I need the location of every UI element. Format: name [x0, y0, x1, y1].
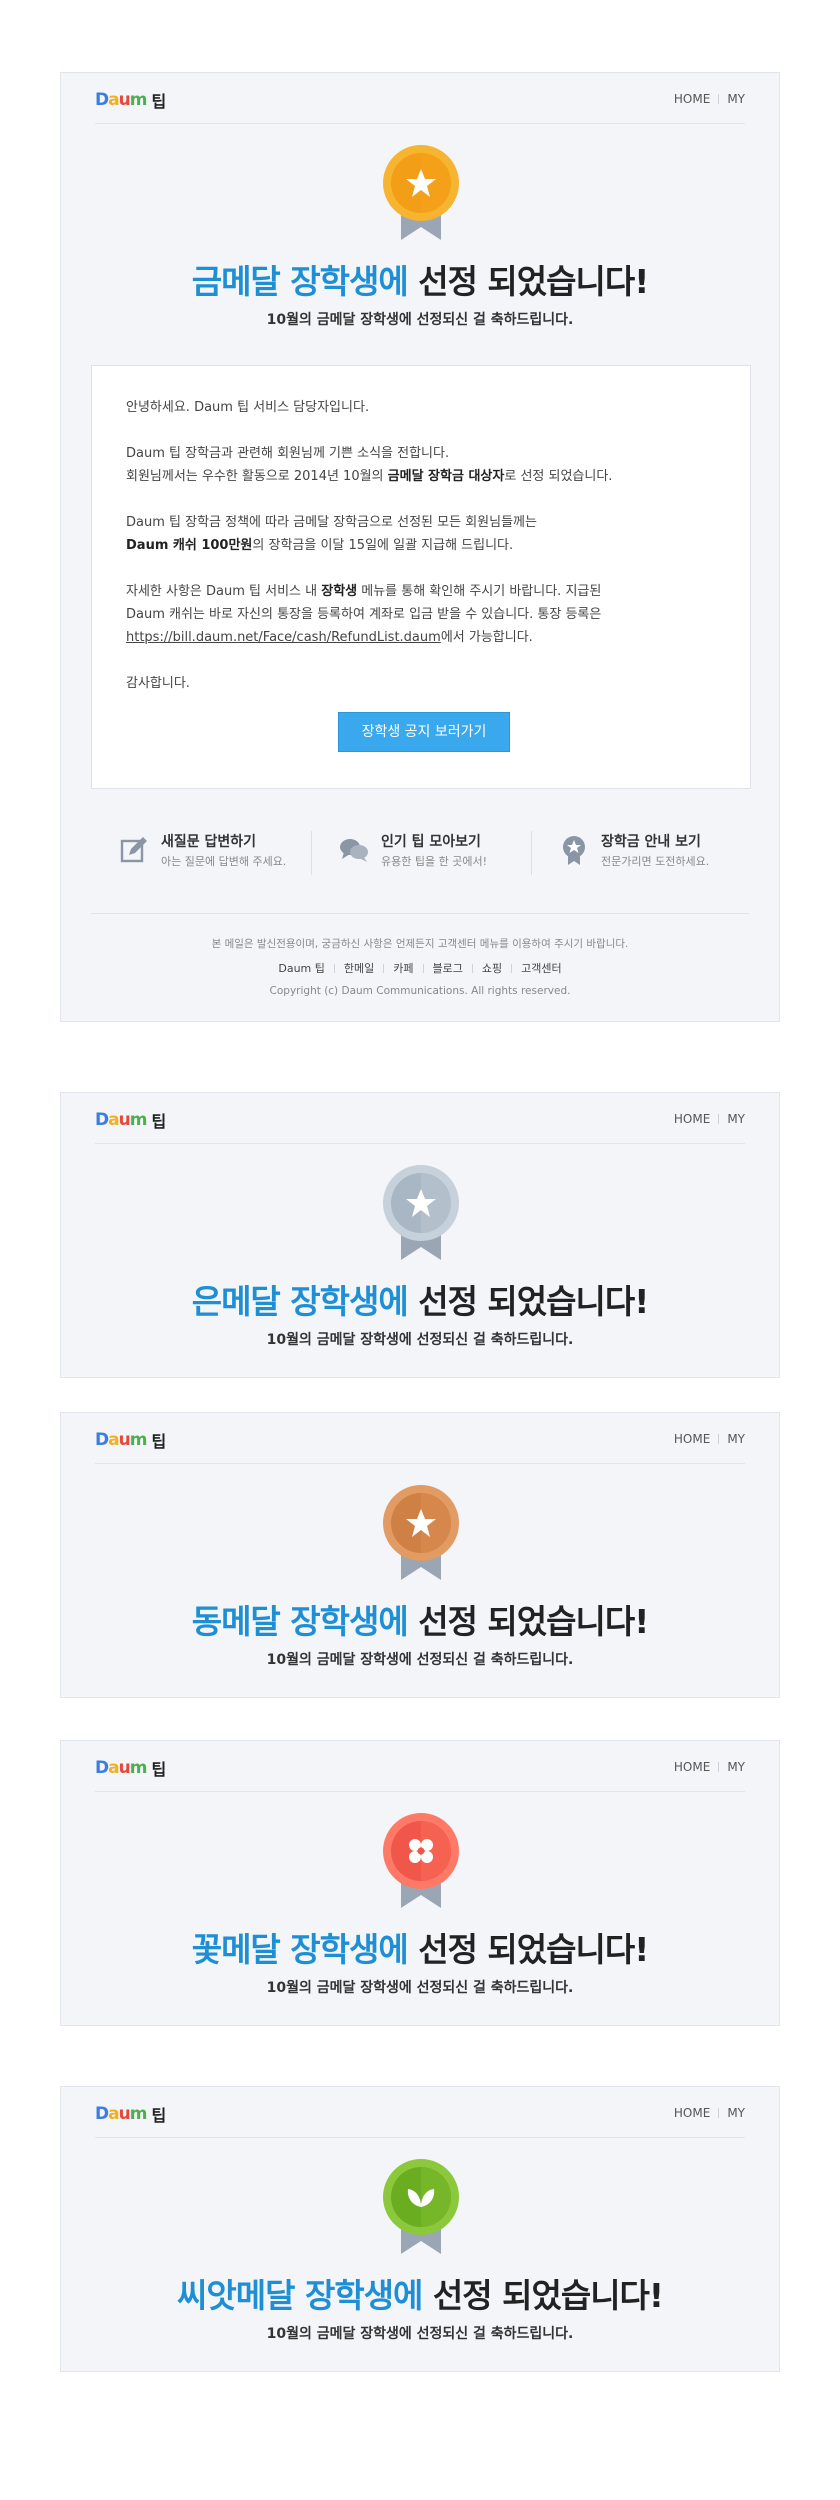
gold-medal-icon [383, 145, 459, 240]
footer-link-hanmail[interactable]: 한메일 [344, 960, 374, 976]
flower-medal-icon [383, 1813, 459, 1908]
daum-tip-logo[interactable]: Daum 팁 [95, 2103, 166, 2125]
daum-logo-icon: Daum [95, 1430, 147, 1450]
medal-highlight: 금메달 장학생에 [191, 262, 409, 301]
medal-icon [563, 836, 585, 865]
daum-logo-icon: Daum [95, 90, 147, 110]
daum-logo-icon: Daum [95, 2104, 147, 2124]
subtitle: 10월의 금메달 장학생에 선정되신 걸 축하드립니다. [266, 2326, 574, 2342]
daum-tip-logo[interactable]: Daum 팁 [95, 1757, 166, 1779]
top-nav: HOME MY [674, 1432, 745, 1446]
message-line: https://bill.daum.net/Face/cash/RefundLi… [126, 630, 533, 645]
footer-link-tip[interactable]: Daum 팁 [278, 960, 325, 976]
subtitle: 10월의 금메달 장학생에 선정되신 걸 축하드립니다. [266, 1980, 574, 1996]
email-card-gold: Daum 팁 HOME MY 금메달 장학생에 선정 되었습니다! 10월의 금… [60, 72, 780, 1022]
subtitle: 10월의 금메달 장학생에 선정되신 걸 축하드립니다. [266, 1332, 574, 1348]
nav-home-link[interactable]: HOME [674, 1760, 710, 1774]
nav-my-link[interactable]: MY [727, 1112, 745, 1126]
page-title: 금메달 장학생에 선정 되었습니다! [61, 255, 779, 303]
footer-link-shopping[interactable]: 쇼핑 [482, 960, 502, 976]
email-card-silver: Daum 팁 HOME MY 은메달 장학생에 선정 되었습니다! 10월의 금… [60, 1092, 780, 1378]
greeting-text: 안녕하세요. Daum 팁 서비스 담당자입니다. [126, 400, 370, 415]
footer-links: Daum 팁 한메일 카페 블로그 쇼핑 고객센터 [91, 960, 749, 976]
top-nav: HOME MY [674, 92, 745, 106]
footer-link-cafe[interactable]: 카페 [393, 960, 413, 976]
message-line: Daum 캐쉬는 바로 자신의 통장을 등록하여 계좌로 입금 받을 수 있습니… [126, 607, 602, 622]
daum-logo-icon: Daum [95, 1110, 147, 1130]
nav-home-link[interactable]: HOME [674, 1432, 710, 1446]
daum-tip-logo[interactable]: Daum 팁 [95, 1109, 166, 1131]
top-nav: HOME MY [674, 1112, 745, 1126]
header: Daum 팁 HOME MY [95, 73, 745, 124]
message-line: Daum 팁 장학금 정책에 따라 금메달 장학금으로 선정된 모든 회원님들께… [126, 515, 537, 530]
message-line: 회원님께서는 우수한 활동으로 2014년 10월의 금메달 장학금 대상자로 … [126, 469, 613, 484]
silver-medal-icon [383, 1165, 459, 1260]
pencil-icon [120, 837, 147, 863]
top-nav: HOME MY [674, 2106, 745, 2120]
nav-home-link[interactable]: HOME [674, 1112, 710, 1126]
tip-label: 팁 [151, 1760, 167, 1779]
nav-my-link[interactable]: MY [727, 92, 745, 106]
nav-my-link[interactable]: MY [727, 1760, 745, 1774]
header: Daum 팁 HOME MY [95, 1413, 745, 1464]
daum-tip-logo[interactable]: Daum 팁 [95, 89, 166, 111]
footer-link-support[interactable]: 고객센터 [521, 960, 561, 976]
footer: 본 메일은 발신전용이며, 궁금하신 사항은 언제든지 고객센터 메뉴를 이용하… [91, 913, 749, 997]
header: Daum 팁 HOME MY [95, 1741, 745, 1792]
tip-label: 팁 [151, 1112, 167, 1131]
closing-text: 감사합니다. [126, 676, 190, 691]
nav-my-link[interactable]: MY [727, 1432, 745, 1446]
tip-label: 팁 [151, 1432, 167, 1451]
quick-link-popular[interactable]: 인기 팁 모아보기 유용한 팁을 한 곳에서! [311, 827, 531, 877]
page-title: 꽃메달 장학생에 선정 되었습니다! [191, 1930, 650, 1969]
daum-tip-logo[interactable]: Daum 팁 [95, 1429, 166, 1451]
nav-home-link[interactable]: HOME [674, 92, 710, 106]
copyright: Copyright (c) Daum Communications. All r… [269, 985, 571, 997]
nav-my-link[interactable]: MY [727, 2106, 745, 2120]
page-title: 은메달 장학생에 선정 되었습니다! [191, 1282, 650, 1321]
subtitle: 10월의 금메달 장학생에 선정되신 걸 축하드립니다. [266, 312, 574, 328]
quick-links: 새질문 답변하기 아는 질문에 답변해 주세요. 인기 팁 모아보기 유용한 팁… [91, 827, 751, 877]
speech-bubbles-icon [340, 839, 368, 862]
tip-label: 팁 [151, 2106, 167, 2125]
page-title: 동메달 장학생에 선정 되었습니다! [191, 1602, 650, 1641]
message-box: 안녕하세요. Daum 팁 서비스 담당자입니다. Daum 팁 장학금과 관련… [91, 365, 751, 789]
email-card-bronze: Daum 팁 HOME MY 동메달 장학생에 선정 되었습니다! 10월의 금… [60, 1412, 780, 1698]
header: Daum 팁 HOME MY [95, 1093, 745, 1144]
nav-home-link[interactable]: HOME [674, 2106, 710, 2120]
bronze-medal-icon [383, 1485, 459, 1580]
refund-link[interactable]: https://bill.daum.net/Face/cash/RefundLi… [126, 630, 441, 645]
title-suffix: 선정 되었습니다! [418, 262, 649, 301]
nav-divider [718, 94, 720, 104]
daum-logo-icon: Daum [95, 1758, 147, 1778]
message-line: Daum 캐쉬 100만원의 장학금을 이달 15일에 일괄 지급해 드립니다. [126, 538, 514, 553]
page-title: 씨앗메달 장학생에 선정 되었습니다! [177, 2276, 664, 2315]
quick-link-scholarship[interactable]: 장학금 안내 보기 전문가리면 도전하세요. [531, 827, 751, 877]
footer-notice: 본 메일은 발신전용이며, 궁금하신 사항은 언제든지 고객센터 메뉴를 이용하… [211, 938, 629, 950]
top-nav: HOME MY [674, 1760, 745, 1774]
message-line: Daum 팁 장학금과 관련해 회원님께 기쁜 소식을 전합니다. [126, 446, 450, 461]
view-scholarship-notice-button[interactable]: 장학생 공지 보러가기 [338, 712, 510, 752]
tip-label: 팁 [151, 92, 167, 111]
email-card-flower: Daum 팁 HOME MY 꽃메달 장학생에 선정 되었습니다! 10월의 금… [60, 1740, 780, 2026]
message-line: 자세한 사항은 Daum 팁 서비스 내 장학생 메뉴를 통해 확인해 주시기 … [126, 584, 602, 599]
footer-link-blog[interactable]: 블로그 [433, 960, 463, 976]
subtitle: 10월의 금메달 장학생에 선정되신 걸 축하드립니다. [266, 1652, 574, 1668]
email-card-seed: Daum 팁 HOME MY 씨앗메달 장학생에 선정 되었습니다! 10월의 … [60, 2086, 780, 2372]
seed-medal-icon [383, 2159, 459, 2254]
quick-link-answer[interactable]: 새질문 답변하기 아는 질문에 답변해 주세요. [91, 827, 311, 877]
header: Daum 팁 HOME MY [95, 2087, 745, 2138]
